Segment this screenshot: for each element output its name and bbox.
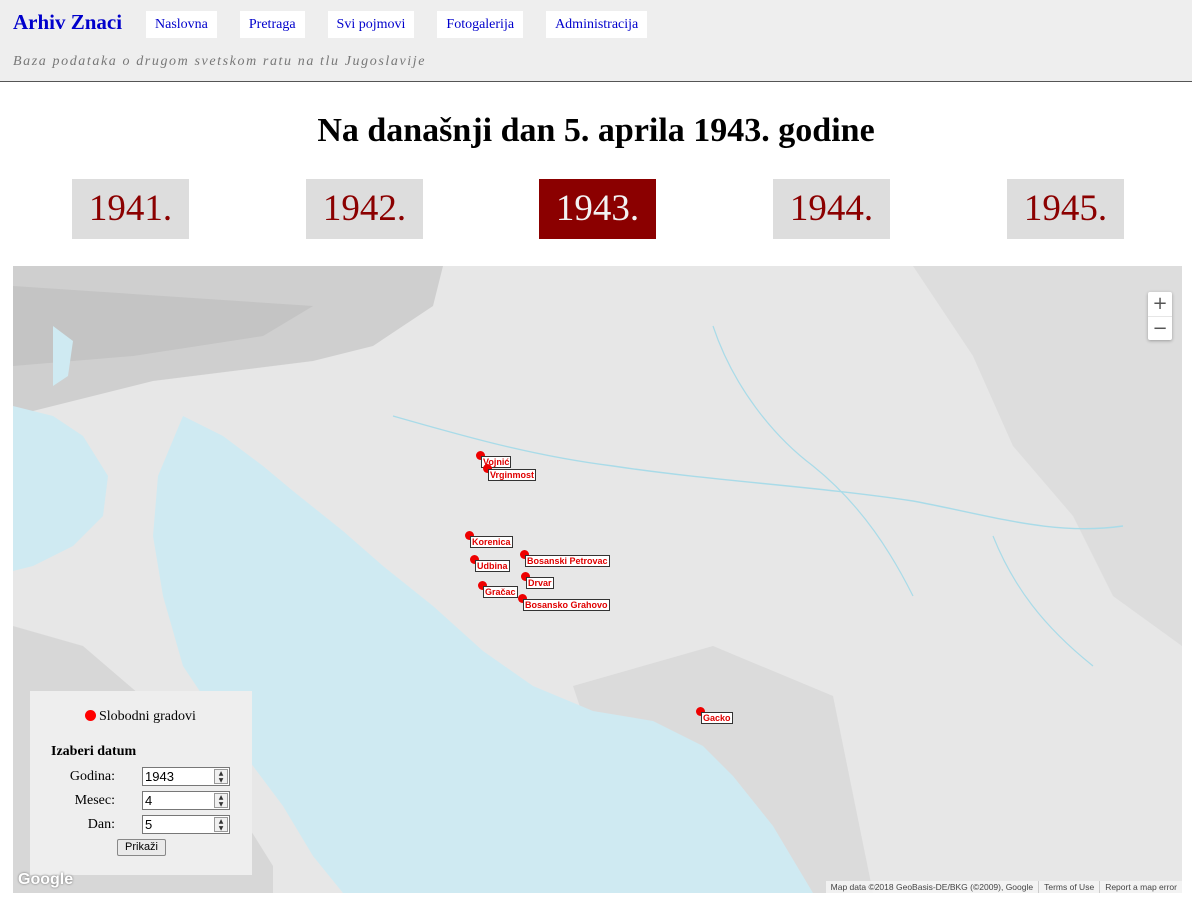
nav-svi-pojmovi[interactable]: Svi pojmovi [327,11,415,38]
year-button-1941[interactable]: 1941. [72,179,189,239]
zoom-out-button[interactable]: − [1148,316,1172,340]
city-label: Udbina [475,560,510,572]
day-row: Dan: 5 ▲ ▼ [30,815,252,835]
nav-fotogalerija[interactable]: Fotogalerija [437,11,524,38]
zoom-in-button[interactable]: + [1148,292,1172,316]
city-label: Korenica [470,536,513,548]
brand-link[interactable]: Arhiv Znaci [13,10,122,35]
map-data-credit: Map data ©2018 GeoBasis-DE/BKG (©2009), … [830,882,1034,892]
city-label: Bosansko Grahovo [523,599,610,611]
spinner-arrows-icon[interactable]: ▲ ▼ [214,817,228,832]
panel-title: Izaberi datum [51,744,137,759]
city-label: Gračac [483,586,518,598]
page-title: Na današnji dan 5. aprila 1943. godine [317,112,875,149]
day-input[interactable]: 5 ▲ ▼ [142,815,230,834]
legend-label: Slobodni gradovi [99,709,196,724]
terms-link[interactable]: Terms of Use [1038,881,1099,893]
city-label: Drvar [526,577,554,589]
zoom-control: + − [1148,292,1172,340]
year-button-1945[interactable]: 1945. [1007,179,1124,239]
year-input[interactable]: 1943 ▲ ▼ [142,767,230,786]
show-button[interactable]: Prikaži [117,839,167,856]
month-label: Mesec: [74,793,115,808]
day-label: Dan: [87,817,115,832]
year-button-1944[interactable]: 1944. [773,179,890,239]
city-label: Bosanski Petrovac [525,555,610,567]
year-row: Godina: 1943 ▲ ▼ [30,767,252,787]
city-label: Gacko [701,712,733,724]
nav-naslovna[interactable]: Naslovna [146,11,217,38]
site-tagline: Baza podataka o drugom svetskom ratu na … [13,54,427,69]
nav-pretraga[interactable]: Pretraga [239,11,305,38]
legend: Slobodni gradovi [85,709,196,725]
map-attribution: Map data ©2018 GeoBasis-DE/BKG (©2009), … [825,881,1182,893]
free-city-dot-icon [85,710,96,721]
date-panel: Slobodni gradovi Izaberi datum Godina: 1… [30,691,252,875]
month-row: Mesec: 4 ▲ ▼ [30,791,252,811]
year-button-1943[interactable]: 1943. [539,179,656,239]
map-canvas[interactable]: + − Vojnić Vrginmost Korenica Udbina Bos… [13,266,1182,893]
nav-administracija[interactable]: Administracija [546,11,648,38]
report-error-link[interactable]: Report a map error [1099,881,1182,893]
year-button-1942[interactable]: 1942. [306,179,423,239]
month-input[interactable]: 4 ▲ ▼ [142,791,230,810]
spinner-arrows-icon[interactable]: ▲ ▼ [214,769,228,784]
day-value: 5 [145,817,153,832]
main-nav: Naslovna Pretraga Svi pojmovi Fotogaleri… [146,11,670,38]
spinner-arrows-icon[interactable]: ▲ ▼ [214,793,228,808]
year-label: Godina: [69,769,115,784]
month-value: 4 [145,793,153,808]
google-logo: Google [18,871,74,888]
year-value: 1943 [145,769,174,784]
city-label: Vrginmost [488,469,537,481]
site-header: Arhiv Znaci Naslovna Pretraga Svi pojmov… [0,0,1192,82]
